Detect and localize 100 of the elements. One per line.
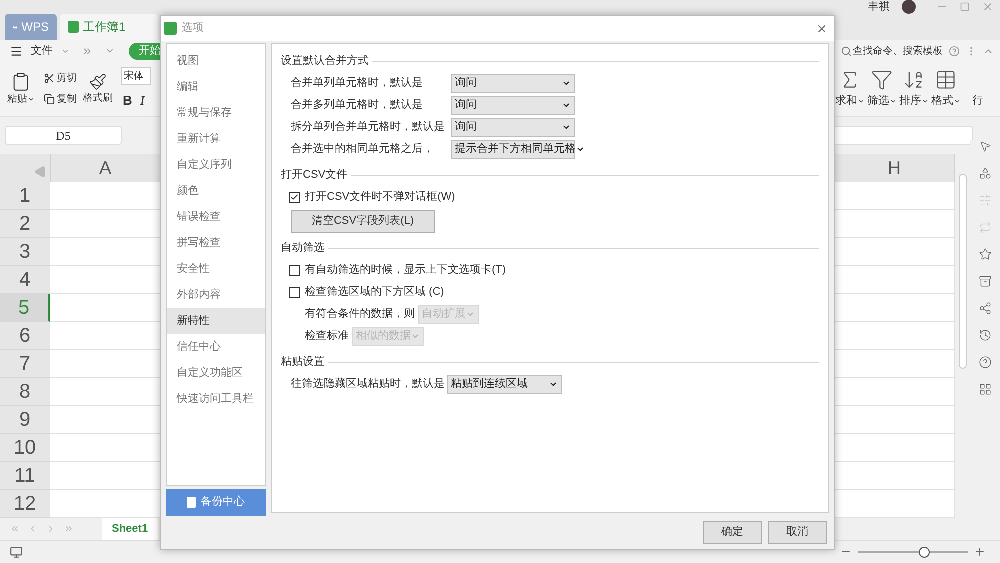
checkbox[interactable]: [289, 264, 300, 276]
nav-item[interactable]: 拼写检查: [167, 230, 265, 256]
grid-cell[interactable]: [50, 406, 160, 434]
nav-item[interactable]: 自定义序列: [167, 152, 265, 178]
dropdown[interactable]: 询问: [451, 96, 575, 114]
grid-cell[interactable]: [835, 434, 955, 462]
star-icon[interactable]: [978, 248, 992, 261]
grid-cell[interactable]: [50, 294, 160, 322]
row-header[interactable]: 9: [0, 406, 50, 434]
row-header[interactable]: 7: [0, 350, 50, 378]
grid-cell[interactable]: [835, 266, 955, 294]
row-header[interactable]: 6: [0, 322, 50, 350]
ribbon-button[interactable]: 求和: [834, 68, 866, 110]
grid-cell[interactable]: [835, 238, 955, 266]
grid-cell[interactable]: [50, 378, 160, 406]
grid-cell[interactable]: [835, 490, 955, 518]
pointer-icon[interactable]: [978, 140, 992, 153]
bold-button[interactable]: B: [123, 91, 132, 111]
dropdown[interactable]: 询问: [451, 74, 575, 92]
grid-cell[interactable]: [835, 322, 955, 350]
share-icon[interactable]: [978, 302, 992, 315]
menu-icon[interactable]: [10, 44, 23, 58]
copy-button[interactable]: 复制: [44, 92, 77, 107]
backup-center-button[interactable]: 备份中心: [166, 489, 266, 516]
close-icon[interactable]: [816, 22, 828, 34]
grid-cell[interactable]: [50, 434, 160, 462]
row-header[interactable]: 5: [0, 294, 50, 322]
grid-cell[interactable]: [835, 294, 955, 322]
nav-item[interactable]: 新特性: [167, 308, 265, 334]
view-icon[interactable]: [10, 546, 23, 558]
ok-button[interactable]: 确定: [703, 521, 762, 544]
select-all-icon[interactable]: [34, 166, 46, 178]
ribbon-button[interactable]: 格式: [930, 68, 962, 110]
more-icon[interactable]: [82, 46, 93, 56]
zoom-in-icon[interactable]: [974, 546, 986, 558]
grid-cell[interactable]: [835, 378, 955, 406]
ribbon-button[interactable]: 筛选: [866, 68, 898, 110]
nav-item[interactable]: 重新计算: [167, 126, 265, 152]
last-sheet-icon[interactable]: [64, 524, 74, 534]
app-tab[interactable]: 工作簿1: [60, 14, 158, 40]
nav-item[interactable]: 外部内容: [167, 282, 265, 308]
dropdown[interactable]: 粘贴到连续区域: [447, 374, 562, 394]
scrollbar-thumb[interactable]: [958, 174, 966, 369]
nav-item[interactable]: 自定义功能区: [167, 360, 265, 386]
ribbon-button[interactable]: 排序: [898, 68, 930, 110]
sheet-tab[interactable]: Sheet1: [102, 518, 158, 540]
font-field[interactable]: 宋体: [121, 67, 151, 86]
grid-cell[interactable]: [835, 350, 955, 378]
italic-button[interactable]: I: [140, 91, 145, 111]
help-icon[interactable]: [978, 356, 992, 369]
grid-cell[interactable]: [50, 322, 160, 350]
apps-icon[interactable]: [978, 383, 992, 396]
file-menu[interactable]: 文件: [31, 42, 53, 60]
cancel-button[interactable]: 取消: [768, 521, 827, 544]
row-header[interactable]: 8: [0, 378, 50, 406]
row-header[interactable]: 10: [0, 434, 50, 462]
row-header[interactable]: 4: [0, 266, 50, 294]
format-painter-button[interactable]: 格式刷: [83, 72, 113, 106]
checkbox[interactable]: [289, 192, 300, 202]
formula-field[interactable]: [833, 126, 973, 145]
dropdown[interactable]: 询问: [451, 118, 575, 136]
nav-item[interactable]: 信任中心: [167, 334, 265, 360]
repeat-icon[interactable]: [978, 221, 992, 234]
shapes-icon[interactable]: [978, 167, 992, 180]
grid-cell[interactable]: [835, 210, 955, 238]
cut-button[interactable]: 剪切: [44, 71, 77, 86]
grid-cell[interactable]: [50, 238, 160, 266]
checkbox[interactable]: [289, 286, 300, 298]
grid-cell[interactable]: [835, 462, 955, 490]
nav-item[interactable]: 安全性: [167, 256, 265, 282]
command-search[interactable]: 查找命令、搜索模板: [853, 44, 943, 58]
clear-csv-button[interactable]: 清空CSV字段列表(L): [291, 210, 435, 233]
row-header[interactable]: 12: [0, 490, 50, 518]
zoom-slider-thumb[interactable]: [919, 546, 930, 558]
row-header[interactable]: 3: [0, 238, 50, 266]
nav-item[interactable]: 颜色: [167, 178, 265, 204]
sliders-icon[interactable]: [978, 194, 992, 207]
row-header[interactable]: 1: [0, 182, 50, 210]
nav-item[interactable]: 快速访问工具栏: [167, 386, 265, 412]
first-sheet-icon[interactable]: [10, 524, 20, 534]
nav-item[interactable]: 常规与保存: [167, 100, 265, 126]
grid-cell[interactable]: [835, 406, 955, 434]
nav-item[interactable]: 编辑: [167, 74, 265, 100]
grid-cell[interactable]: [835, 182, 955, 210]
paste-button[interactable]: 粘贴: [6, 72, 36, 106]
grid-cell[interactable]: [50, 182, 160, 210]
grid-cell[interactable]: [50, 350, 160, 378]
grid-cell[interactable]: [50, 266, 160, 294]
help-icon[interactable]: [949, 46, 960, 56]
row-header[interactable]: 2: [0, 210, 50, 238]
ribbon-button[interactable]: 行: [962, 68, 994, 110]
grid-cell[interactable]: [50, 490, 160, 518]
nav-item[interactable]: 错误检查: [167, 204, 265, 230]
maximize-icon[interactable]: [960, 2, 970, 12]
grid-cell[interactable]: [50, 462, 160, 490]
archive-icon[interactable]: [978, 275, 992, 288]
name-box[interactable]: D5: [5, 126, 122, 145]
row-header[interactable]: 11: [0, 462, 50, 490]
grid-cell[interactable]: [50, 210, 160, 238]
history-icon[interactable]: [978, 329, 992, 342]
